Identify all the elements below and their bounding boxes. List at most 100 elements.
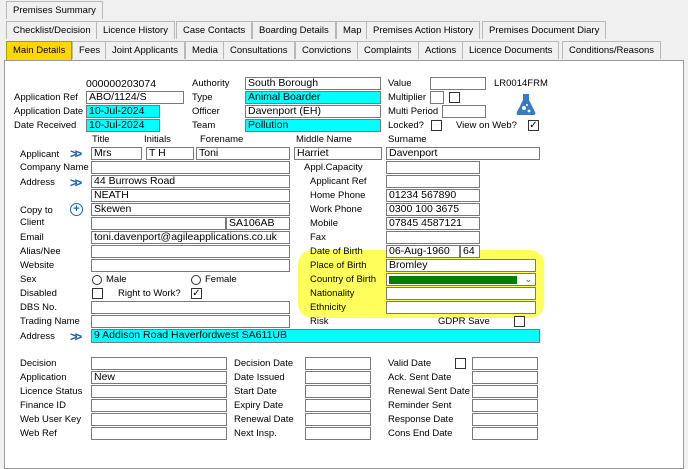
address-expand-icon[interactable]: >> <box>70 176 82 189</box>
value-field[interactable] <box>430 77 486 90</box>
address-line2-field[interactable]: NEATH <box>91 189 290 202</box>
locked-checkbox[interactable] <box>431 120 442 131</box>
application-date-field[interactable]: 10-Jul-2024 <box>86 105 160 118</box>
multi-period-field[interactable] <box>442 105 486 118</box>
chevron-down-icon[interactable]: ⌄ <box>524 274 532 285</box>
work-phone-label: Work Phone <box>310 204 363 215</box>
date-of-birth-field[interactable]: 06-Aug-1960 <box>386 245 460 258</box>
nationality-label: Nationality <box>310 288 355 299</box>
country-of-birth-select[interactable]: ⌄ <box>386 273 536 286</box>
trading-name-field[interactable] <box>91 315 290 328</box>
tab-case-contacts[interactable]: Case Contacts <box>176 21 253 39</box>
tab-joint-applicants[interactable]: Joint Applicants <box>105 41 186 59</box>
disabled-checkbox[interactable] <box>92 288 103 299</box>
decision-field[interactable] <box>91 357 227 370</box>
applicant-expand-icon[interactable]: >> <box>70 147 82 160</box>
reminder-sent-label: Reminder Sent <box>388 400 452 411</box>
age-field[interactable]: 64 <box>460 245 480 258</box>
website-field[interactable] <box>91 259 290 272</box>
title-field[interactable]: Mrs <box>91 147 142 160</box>
address-line3-field[interactable]: Skewen <box>91 203 290 216</box>
middle-name-field[interactable]: Harriet <box>294 147 382 160</box>
finance-id-field[interactable] <box>91 399 227 412</box>
view-on-web-checkbox[interactable]: ✓ <box>528 120 539 131</box>
response-date-field[interactable] <box>472 413 538 426</box>
appl-capacity-field[interactable] <box>386 161 480 174</box>
postcode-field[interactable]: SA106AB <box>226 217 290 230</box>
finance-id-label: Finance ID <box>20 400 66 411</box>
tab-conditions-reasons[interactable]: Conditions/Reasons <box>562 41 662 59</box>
add-copy-to-icon[interactable]: + <box>70 203 83 216</box>
tab-premises-action-history[interactable]: Premises Action History <box>366 21 481 39</box>
initials-field[interactable]: T H <box>146 147 194 160</box>
mobile-field[interactable]: 07845 4587121 <box>386 217 480 230</box>
date-issued-field[interactable] <box>305 371 371 384</box>
authority-field[interactable]: South Borough <box>245 77 381 90</box>
team-field[interactable]: Pollution <box>245 119 381 132</box>
nationality-field[interactable] <box>386 287 536 300</box>
fax-field[interactable] <box>386 231 480 244</box>
tab-boarding-details[interactable]: Boarding Details <box>252 21 336 39</box>
reminder-sent-field[interactable] <box>472 399 538 412</box>
expiry-date-field[interactable] <box>305 399 371 412</box>
form-code: LR0014FRM <box>494 78 548 89</box>
trading-address-field[interactable]: 9 Addison Road Haverfordwest SA611UB <box>91 329 540 343</box>
valid-date-field[interactable] <box>472 357 538 370</box>
application-ref-field[interactable]: ABO/1124/S <box>86 91 184 104</box>
licence-status-field[interactable] <box>91 385 227 398</box>
tab-media[interactable]: Media <box>185 41 225 59</box>
web-ref-field[interactable] <box>91 427 227 440</box>
right-to-work-checkbox[interactable]: ✓ <box>191 288 202 299</box>
tab-actions[interactable]: Actions <box>418 41 464 59</box>
tab-main-details[interactable]: Main Details <box>6 41 73 61</box>
sex-female-radio[interactable] <box>191 275 201 285</box>
place-of-birth-field[interactable]: Bromley <box>386 259 536 272</box>
multiplier-field[interactable] <box>430 91 444 104</box>
tab-fees[interactable]: Fees <box>72 41 108 59</box>
renewal-date-field[interactable] <box>305 413 371 426</box>
dbs-label: DBS No. <box>20 302 57 313</box>
start-date-field[interactable] <box>305 385 371 398</box>
next-insp-field[interactable] <box>305 427 371 440</box>
multiplier-checkbox[interactable] <box>449 92 460 103</box>
trading-address-expand-icon[interactable]: >> <box>70 330 82 343</box>
applicant-ref-field[interactable] <box>386 175 480 188</box>
tab-complaints[interactable]: Complaints <box>357 41 419 59</box>
application-field[interactable]: New <box>91 371 227 384</box>
surname-field[interactable]: Davenport <box>386 147 540 160</box>
address-line1-field[interactable]: 44 Burrows Road <box>91 175 290 188</box>
gdpr-save-checkbox[interactable] <box>514 316 525 327</box>
tab-licence-documents[interactable]: Licence Documents <box>462 41 560 59</box>
web-user-key-field[interactable] <box>91 413 227 426</box>
tab-convictions[interactable]: Convictions <box>295 41 359 59</box>
dbs-field[interactable] <box>91 301 290 314</box>
officer-field[interactable]: Davenport (EH) <box>245 105 381 118</box>
authority-label: Authority <box>192 78 230 89</box>
email-field[interactable]: toni.davenport@agileapplications.co.uk <box>91 231 290 244</box>
tab-premises-summary[interactable]: Premises Summary <box>6 1 103 19</box>
valid-date-checkbox[interactable] <box>455 358 466 369</box>
home-phone-field[interactable]: 01234 567890 <box>386 189 480 202</box>
cons-end-date-field[interactable] <box>472 427 538 440</box>
company-name-field[interactable] <box>91 161 290 174</box>
tab-checklist-decision[interactable]: Checklist/Decision <box>6 21 98 39</box>
date-received-field[interactable]: 10-Jul-2024 <box>86 119 160 132</box>
address-line4-field[interactable] <box>91 217 226 230</box>
tab-map[interactable]: Map <box>336 21 369 39</box>
forename-field[interactable]: Toni <box>196 147 290 160</box>
alias-field[interactable] <box>91 245 290 258</box>
sex-male-radio[interactable] <box>92 275 102 285</box>
renewal-sent-date-field[interactable] <box>472 385 538 398</box>
type-field[interactable]: Animal Boarder <box>245 91 381 104</box>
risk-label: Risk <box>310 316 329 327</box>
ethnicity-field[interactable] <box>386 301 536 314</box>
tab-premises-document-diary[interactable]: Premises Document Diary <box>482 21 607 39</box>
home-phone-label: Home Phone <box>310 190 366 201</box>
tab-consultations[interactable]: Consultations <box>223 41 295 59</box>
tab-licence-history[interactable]: Licence History <box>96 21 175 39</box>
decision-date-field[interactable] <box>305 357 371 370</box>
sex-male-label: Male <box>106 274 127 285</box>
ack-sent-date-field[interactable] <box>472 371 538 384</box>
work-phone-field[interactable]: 0300 100 3675 <box>386 203 480 216</box>
middle-name-header: Middle Name <box>296 134 352 145</box>
